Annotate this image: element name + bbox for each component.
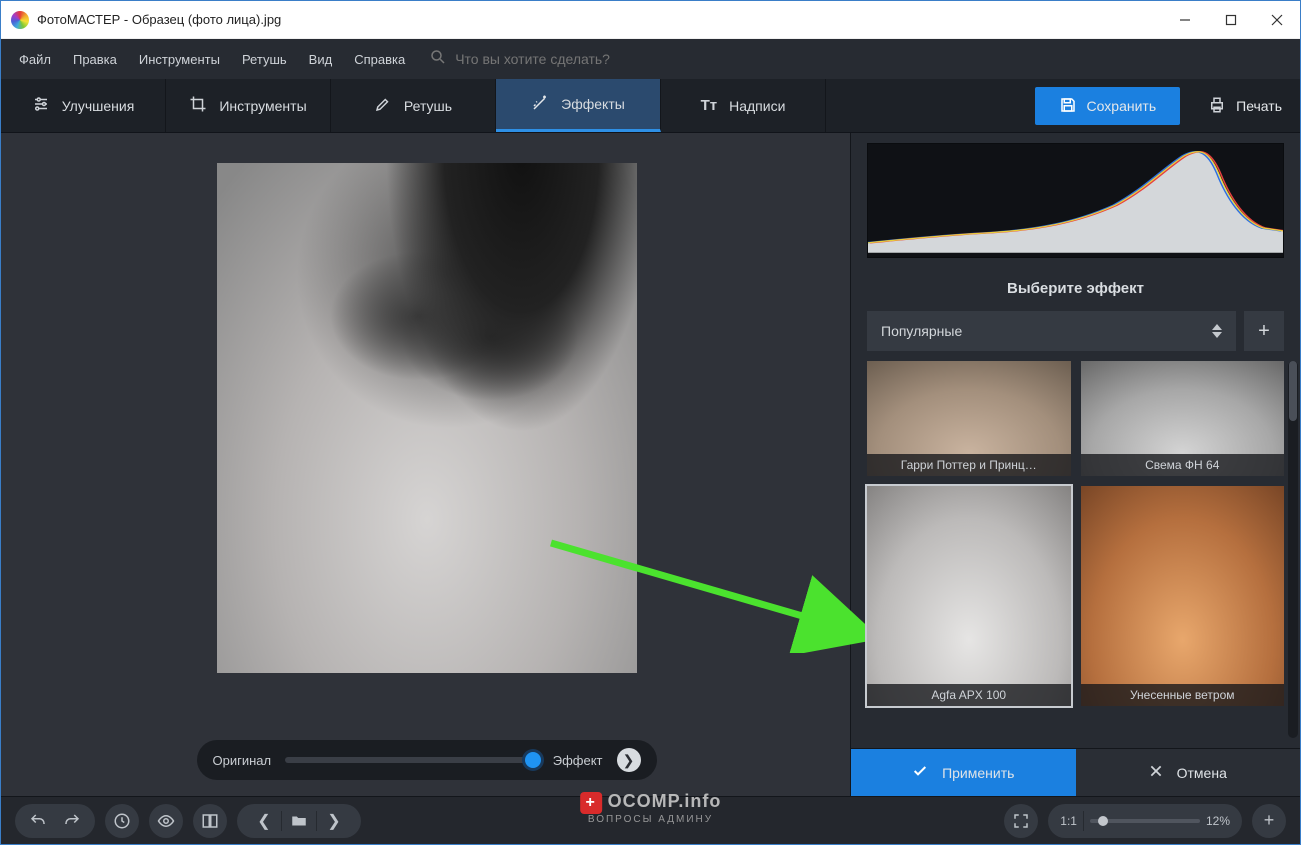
history-button[interactable] [105,804,139,838]
preview-button[interactable] [149,804,183,838]
effect-thumb[interactable]: Гарри Поттер и Принц… [867,361,1071,476]
close-button[interactable] [1254,4,1300,36]
effect-label: Унесенные ветром [1081,684,1285,706]
close-icon [1149,764,1163,781]
compare-next-button[interactable]: ❯ [617,748,641,772]
add-category-button[interactable]: + [1244,311,1284,351]
zoom-value: 12% [1206,814,1230,828]
save-label: Сохранить [1087,98,1157,114]
print-icon [1208,96,1226,117]
canvas-area: Оригинал Эффект ❯ [1,133,850,796]
nav-folder-button[interactable] [282,804,316,838]
zoom-slider[interactable] [1090,819,1200,823]
sort-icon [1212,324,1222,338]
main-area: Оригинал Эффект ❯ Выберите эффект Популя… [1,133,1300,796]
check-icon [912,763,928,782]
search-icon [429,48,447,71]
menu-file[interactable]: Файл [9,46,61,73]
apply-button[interactable]: Применить [851,749,1076,796]
watermark-subtext: ВОПРОСЫ АДМИНУ [580,814,722,825]
minimize-button[interactable] [1162,4,1208,36]
fit-screen-button[interactable] [1004,804,1038,838]
tab-retouch-label: Ретушь [404,98,452,114]
right-panel: Выберите эффект Популярные + Гарри Потте… [850,133,1300,796]
text-icon: Tᴛ [701,97,718,114]
maximize-button[interactable] [1208,4,1254,36]
nav-prev-button[interactable]: ❮ [247,804,281,838]
save-button[interactable]: Сохранить [1035,87,1181,125]
tab-text[interactable]: Tᴛ Надписи [661,79,826,132]
category-select[interactable]: Популярные [867,311,1236,351]
scrollbar-thumb[interactable] [1289,361,1297,421]
redo-button[interactable] [55,804,89,838]
brush-icon [374,95,392,116]
effect-label: Свема ФН 64 [1081,454,1285,476]
effect-thumb[interactable]: Свема ФН 64 [1081,361,1285,476]
tab-enhance[interactable]: Улучшения [1,79,166,132]
menu-edit[interactable]: Правка [63,46,127,73]
category-label: Популярные [881,323,962,339]
app-logo-icon [11,11,29,29]
menu-retouch[interactable]: Ретушь [232,46,297,73]
compare-thumb[interactable] [525,752,541,768]
tab-enhance-label: Улучшения [62,98,135,114]
nav-next-button[interactable]: ❯ [317,804,351,838]
tab-retouch[interactable]: Ретушь [331,79,496,132]
effect-label: Agfa APX 100 [867,684,1071,706]
cancel-label: Отмена [1177,765,1227,781]
menu-view[interactable]: Вид [299,46,343,73]
watermark: +OCOMP.info ВОПРОСЫ АДМИНУ [580,791,722,825]
tab-text-label: Надписи [729,98,785,114]
app-window: ФотоМАСТЕР - Образец (фото лица).jpg Фай… [0,0,1301,845]
menu-help[interactable]: Справка [344,46,415,73]
crop-icon [189,95,207,116]
zoom-in-button[interactable]: + [1252,804,1286,838]
effect-thumb[interactable]: Унесенные ветром [1081,486,1285,706]
panel-title: Выберите эффект [851,264,1300,311]
toolbar: Улучшения Инструменты Ретушь Эффекты Tᴛ … [1,79,1300,133]
effect-thumb-selected[interactable]: Agfa APX 100 [867,486,1071,706]
menu-tools[interactable]: Инструменты [129,46,230,73]
save-icon [1059,96,1077,117]
zoom-ratio[interactable]: 1:1 [1060,814,1077,828]
print-button[interactable]: Печать [1190,79,1300,133]
window-title: ФотоМАСТЕР - Образец (фото лица).jpg [37,12,281,27]
sliders-icon [32,95,50,116]
wand-icon [531,94,549,115]
search-input[interactable] [455,51,715,67]
print-label: Печать [1236,98,1282,114]
histogram [867,143,1284,258]
compare-track[interactable] [285,757,539,763]
tab-tools[interactable]: Инструменты [166,79,331,132]
compare-left-label: Оригинал [213,753,272,768]
compare-slider[interactable]: Оригинал Эффект ❯ [197,740,657,780]
tab-tools-label: Инструменты [219,98,306,114]
undo-button[interactable] [21,804,55,838]
cancel-button[interactable]: Отмена [1076,749,1301,796]
tab-effects-label: Эффекты [561,96,625,112]
bottombar: ❮ ❯ +OCOMP.info ВОПРОСЫ АДМИНУ 1:1 12% + [1,796,1300,844]
effect-label: Гарри Поттер и Принц… [867,454,1071,476]
menubar: Файл Правка Инструменты Ретушь Вид Справ… [1,39,1300,79]
compare-button[interactable] [193,804,227,838]
canvas-image[interactable] [217,163,637,673]
tab-effects[interactable]: Эффекты [496,79,661,132]
watermark-icon: + [580,792,602,814]
scrollbar[interactable] [1288,361,1298,738]
compare-right-label: Эффект [553,753,603,768]
apply-label: Применить [942,765,1014,781]
effect-grid: Гарри Поттер и Принц… Свема ФН 64 Agfa A… [851,351,1300,748]
titlebar: ФотоМАСТЕР - Образец (фото лица).jpg [1,1,1300,39]
